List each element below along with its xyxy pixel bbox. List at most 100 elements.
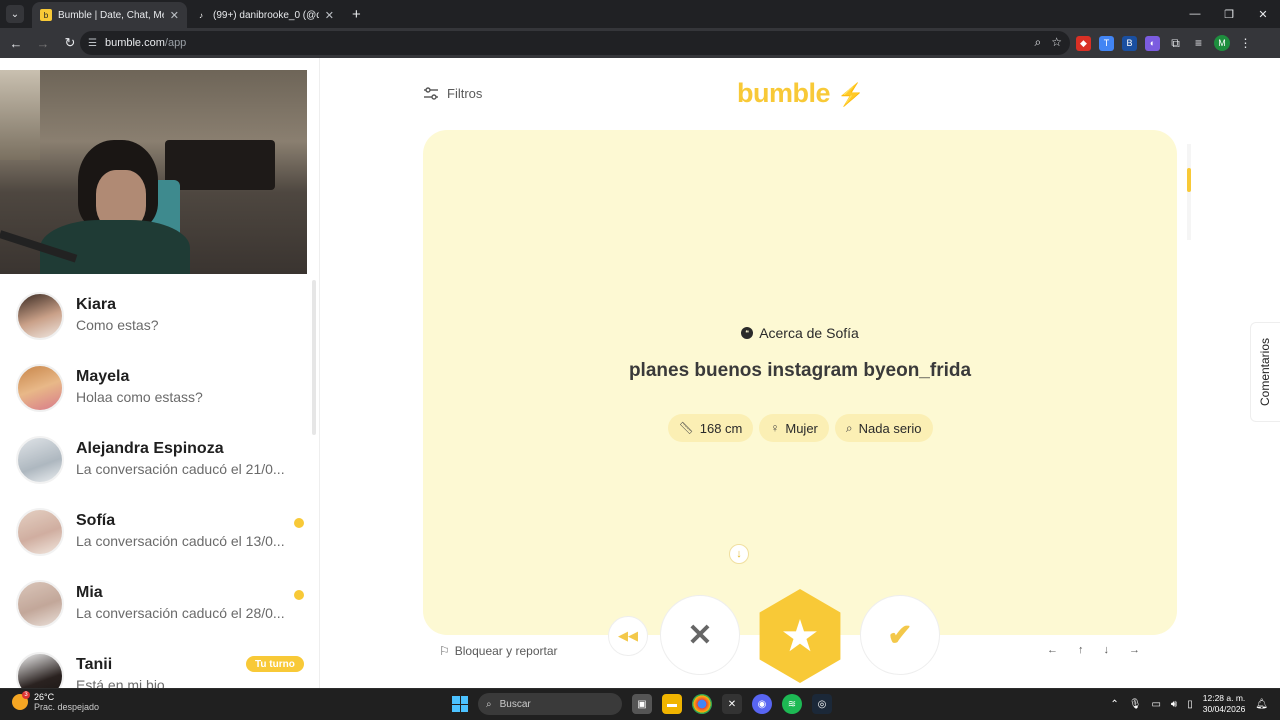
your-turn-badge: Tu turno	[246, 656, 304, 672]
system-tray: ⌃ 🎙︎ ▭ 🔊︎ ▯ 12:28 a. m. 30/04/2026 🔔︎	[1110, 693, 1268, 715]
keyboard-hints: ← ↑ ↓ →	[1047, 644, 1140, 656]
arrow-right-icon: →	[1129, 644, 1140, 656]
person-icon: ♀	[770, 421, 780, 435]
minimize-icon[interactable]: —	[1178, 0, 1212, 28]
profile-card: ❝ Acerca de Sofía planes buenos instagra…	[423, 130, 1177, 635]
extensions-area: ◆ T B ◐ ⧉ ≡ M ⋮	[1076, 31, 1253, 55]
site-info-icon[interactable]: ☰	[88, 38, 97, 49]
zoom-icon[interactable]: ⌕	[1035, 35, 1042, 50]
looking-for-chip: ⌕ Nada serio	[834, 414, 933, 442]
avatar	[16, 292, 64, 340]
conversation-name: Alejandra Espinoza	[76, 440, 224, 457]
scroll-down-icon[interactable]: ↓	[729, 544, 749, 564]
filters-button[interactable]: Filtros	[423, 86, 482, 101]
tab-bumble[interactable]: b Bumble | Date, Chat, Meet New ✕	[32, 2, 187, 28]
profile-attributes: 📏︎ 168 cm ♀ Mujer ⌕ Nada serio	[423, 414, 1177, 442]
translate-extension-icon[interactable]: T	[1099, 35, 1114, 51]
conversation-item[interactable]: Mayela Holaa como estass?	[0, 352, 318, 424]
conversation-sidebar: Kiara Como estas? Mayela Holaa como esta…	[0, 58, 320, 688]
reload-icon[interactable]: ↻	[58, 31, 82, 55]
volume-icon[interactable]: 🔊︎	[1171, 699, 1177, 710]
profile-main-area: Filtros bumble ⚡ ❝ Acerca de Sofía plane…	[321, 58, 1280, 688]
conversation-message: La conversación caducó el 28/0...	[76, 605, 285, 621]
arrow-up-icon: ↑	[1078, 644, 1084, 656]
avatar	[16, 436, 64, 484]
bookmark-star-icon[interactable]: ☆	[1051, 35, 1062, 50]
taskbar-apps: ⌕ Buscar ▣ ▬ ✕ ◉ ≋ ◎	[452, 693, 832, 715]
weather-widget[interactable]: 3 26°C Prac. despejado	[12, 691, 99, 712]
conversation-name: Mayela	[76, 368, 130, 385]
forward-icon[interactable]: →	[31, 31, 55, 55]
quote-icon: ❝	[741, 327, 754, 339]
notification-bell-icon[interactable]: 🔔︎	[1255, 699, 1268, 710]
like-button[interactable]: ✔	[860, 595, 940, 675]
tab-search-button[interactable]: ⌄	[6, 5, 24, 23]
sliders-icon	[424, 86, 438, 100]
menu-kebab-icon[interactable]: ⋮	[1238, 36, 1253, 51]
pass-button[interactable]: ✕	[660, 595, 740, 675]
extension-red-icon[interactable]: ◆	[1076, 35, 1091, 51]
comments-tab[interactable]: Comentarios	[1250, 322, 1280, 422]
new-tab-button[interactable]: +	[352, 6, 361, 23]
avatar	[16, 364, 64, 412]
tab-tiktok[interactable]: ♪ (99+) danibrooke_0 (@danibro ✕	[187, 2, 342, 28]
address-bar[interactable]: ☰ bumble.com/app ⌕ ☆	[80, 31, 1070, 55]
rewind-icon: ◀◀	[618, 628, 638, 643]
avatar	[16, 508, 64, 556]
os-taskbar: 3 26°C Prac. despejado ⌕ Buscar ▣ ▬ ✕ ◉ …	[0, 688, 1280, 720]
conversation-name: Mia	[76, 584, 103, 601]
conversation-item[interactable]: Tanii Está en mi bio... Tu turno	[0, 640, 318, 688]
browser-toolbar: ← → ↻ ☰ bumble.com/app ⌕ ☆ ◆ T B ◐ ⧉ ≡ M…	[0, 28, 1280, 58]
conversation-item[interactable]: Sofía La conversación caducó el 13/0...	[0, 496, 318, 568]
chrome-icon[interactable]	[692, 694, 712, 714]
network-icon[interactable]: ▭	[1151, 699, 1160, 710]
search-icon: ⌕	[486, 698, 492, 710]
height-chip: 📏︎ 168 cm	[667, 414, 754, 442]
tiktok-favicon-icon: ♪	[199, 10, 203, 20]
conversation-message: La conversación caducó el 13/0...	[76, 533, 285, 549]
windows-start-icon[interactable]	[452, 696, 468, 712]
clock[interactable]: 12:28 a. m. 30/04/2026	[1203, 693, 1246, 715]
filters-label: Filtros	[447, 86, 483, 101]
tab-title: Bumble | Date, Chat, Meet New	[58, 9, 164, 21]
capcut-icon[interactable]: ✕	[722, 694, 742, 714]
about-section-header: ❝ Acerca de Sofía	[423, 325, 1177, 341]
bumble-logo[interactable]: bumble ⚡	[737, 78, 864, 109]
card-scroll-indicator[interactable]	[1187, 144, 1191, 240]
taskbar-search[interactable]: ⌕ Buscar	[478, 693, 622, 715]
microphone-icon[interactable]: 🎙︎	[1129, 699, 1142, 710]
rewind-button[interactable]: ◀◀	[608, 616, 648, 656]
conversation-item[interactable]: Mia La conversación caducó el 28/0...	[0, 568, 318, 640]
close-tab-icon[interactable]: ✕	[325, 9, 334, 22]
conversation-item[interactable]: Kiara Como estas?	[0, 280, 318, 352]
task-view-icon[interactable]: ▣	[632, 694, 652, 714]
gender-chip: ♀ Mujer	[759, 414, 829, 442]
close-window-icon[interactable]: ✕	[1246, 0, 1280, 28]
conversation-item[interactable]: Alejandra Espinoza La conversación caduc…	[0, 424, 318, 496]
arrow-down-icon: ↓	[1103, 644, 1110, 656]
bolt-icon: ⚡	[837, 82, 864, 107]
extensions-puzzle-icon[interactable]: ⧉	[1168, 36, 1183, 51]
conversation-message: Como estas?	[76, 317, 159, 333]
browser-tab-bar: ⌄ b Bumble | Date, Chat, Meet New ✕ ♪ (9…	[0, 0, 1280, 28]
chevron-up-icon[interactable]: ⌃	[1110, 699, 1118, 710]
conversation-name: Sofía	[76, 512, 116, 529]
spotify-icon[interactable]: ≋	[782, 694, 802, 714]
file-explorer-icon[interactable]: ▬	[662, 694, 682, 714]
block-report-link[interactable]: ⚐ Bloquear y reportar	[439, 644, 558, 658]
steam-icon[interactable]: ◎	[812, 694, 832, 714]
maximize-icon[interactable]: ❐	[1212, 0, 1246, 28]
extension-purple-icon[interactable]: ◐	[1145, 35, 1160, 51]
profile-avatar[interactable]: M	[1214, 35, 1230, 51]
discord-icon[interactable]: ◉	[752, 694, 772, 714]
conversation-name: Tanii	[76, 656, 113, 673]
back-icon[interactable]: ←	[4, 31, 28, 55]
reading-list-icon[interactable]: ≡	[1191, 36, 1206, 51]
battery-icon[interactable]: ▯	[1187, 699, 1193, 710]
bumble-favicon-icon: b	[40, 9, 52, 21]
ruler-icon: 📏︎	[678, 421, 694, 435]
extension-blue-icon[interactable]: B	[1122, 35, 1137, 51]
tab-title: (99+) danibrooke_0 (@danibro	[213, 9, 319, 21]
star-icon: ★	[780, 611, 820, 661]
close-tab-icon[interactable]: ✕	[170, 9, 179, 22]
